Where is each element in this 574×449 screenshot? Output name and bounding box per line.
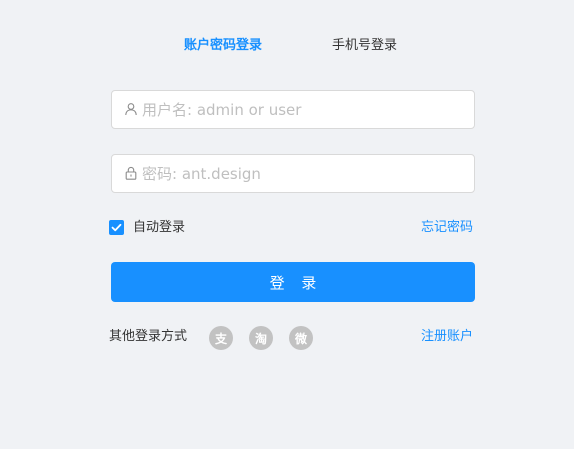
login-button[interactable]: 登 录: [111, 262, 475, 302]
other-login-label: 其他登录方式: [109, 329, 188, 344]
tab-account-login[interactable]: 账户密码登录: [184, 36, 262, 56]
password-input[interactable]: [142, 155, 462, 192]
username-input[interactable]: [142, 91, 462, 128]
register-link[interactable]: 注册账户: [421, 328, 473, 346]
username-field: [111, 90, 475, 129]
remember-checkbox[interactable]: [109, 220, 124, 235]
weibo-icon[interactable]: 微: [289, 326, 313, 350]
tab-mobile-login[interactable]: 手机号登录: [332, 36, 397, 56]
user-icon: [125, 103, 137, 116]
password-field: [111, 154, 475, 193]
login-tabs: 账户密码登录 手机号登录: [0, 36, 574, 56]
check-icon: [111, 223, 122, 232]
taobao-icon[interactable]: 淘: [249, 326, 273, 350]
remember-label[interactable]: 自动登录: [133, 219, 185, 237]
forgot-password-link[interactable]: 忘记密码: [421, 219, 473, 237]
lock-icon: [125, 166, 137, 180]
alipay-icon[interactable]: 支: [209, 326, 233, 350]
